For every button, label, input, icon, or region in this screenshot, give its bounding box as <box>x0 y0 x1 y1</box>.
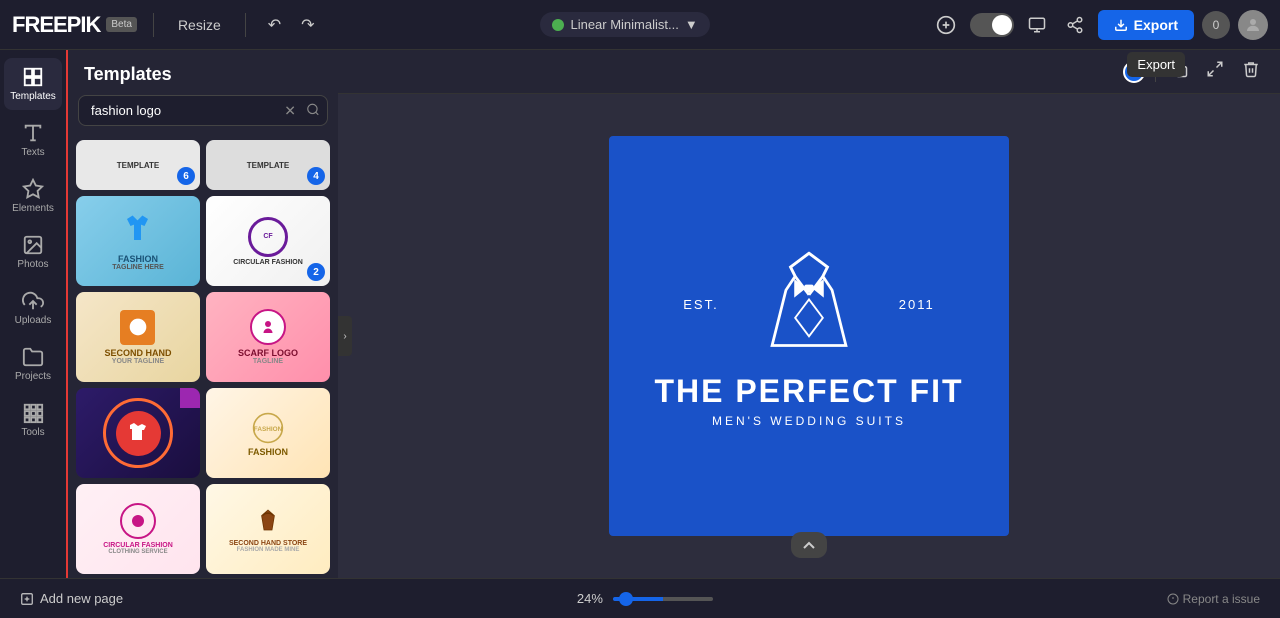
template-card-scarf[interactable]: SCARF LOGO TAGLINE <box>206 292 330 382</box>
sidebar-item-texts[interactable]: Texts <box>4 114 62 166</box>
sidebar: Templates Texts Elements Photos Uploads … <box>0 50 68 578</box>
template-badge-2: 2 <box>307 263 325 281</box>
template-card-circular2[interactable]: CIRCULAR FASHION CLOTHING SERVICE <box>76 484 200 574</box>
theme-toggle[interactable] <box>970 13 1014 37</box>
templates-icon <box>22 66 44 88</box>
left-collapse-button[interactable]: › <box>338 316 352 356</box>
canvas-subtitle: MEN'S WEDDING SUITS <box>712 414 906 428</box>
add-page-label: Add new page <box>40 591 123 606</box>
photos-icon <box>22 234 44 256</box>
export-tooltip: Export <box>1127 52 1185 77</box>
redo-button[interactable]: ↷ <box>295 11 320 39</box>
export-button[interactable]: Export <box>1098 10 1194 40</box>
main-layout: Templates Texts Elements Photos Uploads … <box>0 50 1280 578</box>
expand-button[interactable] <box>1202 56 1228 87</box>
uploads-label: Uploads <box>15 315 52 326</box>
undo-button[interactable]: ↶ <box>262 11 287 39</box>
est-row: EST. <box>683 244 934 364</box>
template-badge: 6 <box>177 167 195 185</box>
canvas-wrapper[interactable]: › EST. <box>338 94 1280 578</box>
texts-icon <box>22 122 44 144</box>
zoom-slider[interactable] <box>613 597 713 601</box>
search-box: ✕ <box>78 95 328 126</box>
canvas-content: EST. <box>654 244 963 427</box>
share-button[interactable] <box>1060 10 1090 40</box>
template-card-secondhand[interactable]: SECOND HAND YOUR TAGLINE <box>76 292 200 382</box>
template-card-tshirt-circle[interactable] <box>76 388 200 478</box>
file-name-text: Linear Minimalist... <box>570 17 678 32</box>
design-canvas[interactable]: EST. <box>609 136 1009 536</box>
freepik-logo: FREEPIK <box>12 12 100 38</box>
uploads-icon <box>22 290 44 312</box>
elements-icon <box>22 178 44 200</box>
template-card[interactable]: TEMPLATE 4 <box>206 140 330 190</box>
export-label: Export <box>1134 17 1178 33</box>
svg-text:FASHION: FASHION <box>254 426 283 433</box>
sync-dot <box>552 19 564 31</box>
search-submit-button[interactable] <box>306 102 320 119</box>
template-card-circular[interactable]: CF CIRCULAR FASHION 2 <box>206 196 330 286</box>
dropdown-arrow-icon: ▼ <box>685 17 698 32</box>
divider <box>153 13 154 37</box>
template-card-shirt[interactable]: FASHION TAGLINE HERE <box>76 196 200 286</box>
tools-icon <box>22 402 44 424</box>
topbar: FREEPIK Beta Resize ↶ ↷ Linear Minimalis… <box>0 0 1280 50</box>
year-text: 2011 <box>899 297 935 312</box>
resize-button[interactable]: Resize <box>170 13 229 37</box>
sidebar-item-templates[interactable]: Templates <box>4 58 62 110</box>
zoom-level: 24% <box>577 591 603 606</box>
photos-label: Photos <box>17 259 48 270</box>
file-name-chip[interactable]: Linear Minimalist... ▼ <box>540 12 709 37</box>
templates-grid: TEMPLATE 6 TEMPLATE 4 FASHION <box>68 136 338 578</box>
template-card[interactable]: TEMPLATE 6 <box>76 140 200 190</box>
tools-label: Tools <box>21 427 44 438</box>
suit-icon <box>749 244 869 364</box>
sidebar-item-photos[interactable]: Photos <box>4 226 62 278</box>
projects-icon <box>22 346 44 368</box>
logo-area: FREEPIK Beta <box>12 12 137 38</box>
sidebar-item-projects[interactable]: Projects <box>4 338 62 390</box>
sidebar-item-uploads[interactable]: Uploads <box>4 282 62 334</box>
search-clear-button[interactable]: ✕ <box>284 102 296 119</box>
template-badge: 4 <box>307 167 325 185</box>
report-issue-button[interactable]: Report a issue <box>1167 592 1260 606</box>
topbar-right: Export 0 <box>930 9 1268 41</box>
sidebar-item-elements[interactable]: Elements <box>4 170 62 222</box>
toggle-knob <box>992 15 1012 35</box>
present-button[interactable] <box>1022 10 1052 40</box>
template-card-secondhand2[interactable]: SECOND HAND STORE FASHION MADE MINE <box>206 484 330 574</box>
bottom-bar: Add new page 24% Report a issue <box>0 578 1280 618</box>
delete-button[interactable] <box>1238 56 1264 87</box>
canvas-title: THE PERFECT FIT <box>654 374 963 409</box>
avatar[interactable] <box>1238 10 1268 40</box>
canvas-area: › EST. <box>338 50 1280 578</box>
add-page-button[interactable]: Add new page <box>20 591 123 606</box>
elements-label: Elements <box>12 203 54 214</box>
template-card-fashion2[interactable]: FASHION FASHION <box>206 388 330 478</box>
panel-title: Templates <box>68 50 338 95</box>
projects-label: Projects <box>15 371 51 382</box>
topbar-center: Linear Minimalist... ▼ <box>329 12 922 37</box>
user-credits[interactable]: 0 <box>1202 11 1230 39</box>
sidebar-item-tools[interactable]: Tools <box>4 394 62 446</box>
divider2 <box>245 13 246 37</box>
report-label: Report a issue <box>1183 592 1260 606</box>
scroll-up-button[interactable] <box>791 532 827 558</box>
magic-button[interactable] <box>930 9 962 41</box>
zoom-control: 24% <box>577 591 713 606</box>
texts-label: Texts <box>21 147 44 158</box>
templates-label: Templates <box>10 91 56 102</box>
beta-badge: Beta <box>106 17 137 32</box>
est-text: EST. <box>683 297 718 312</box>
templates-panel: Templates ✕ TEMPLATE 6 <box>68 50 338 578</box>
